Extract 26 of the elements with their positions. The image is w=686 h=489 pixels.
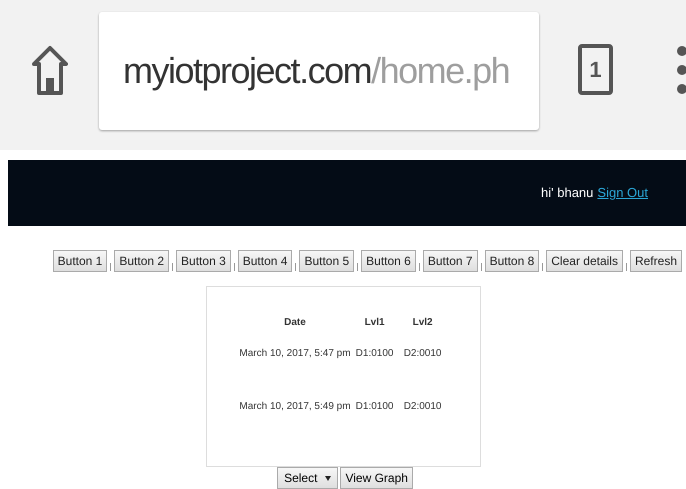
action-button[interactable]: Button 5 — [299, 250, 354, 272]
column-header: Lvl2 — [412, 317, 433, 328]
action-button[interactable]: Button 2 — [114, 250, 170, 272]
column-header: Lvl1 — [364, 317, 385, 328]
action-button[interactable]: Button 7 — [422, 250, 478, 272]
action-button[interactable]: Button 8 — [484, 250, 540, 272]
greeting-text: hi' bhanu — [541, 184, 594, 202]
sign-out-link[interactable]: Sign Out — [597, 183, 648, 203]
tab-count-button[interactable]: 1 — [578, 44, 613, 95]
table-cell: D1:0100 — [356, 401, 394, 412]
table-cell: March 10, 2017, 5:49 pm — [239, 401, 351, 412]
address-bar[interactable]: myiotproject.com/home.ph — [99, 12, 539, 130]
view-graph-button[interactable]: View Graph — [340, 467, 413, 489]
table-cell: D2:0010 — [404, 348, 442, 359]
action-button[interactable]: Button 1 — [52, 250, 108, 272]
action-button[interactable]: Button 6 — [361, 250, 416, 272]
url-text: myiotproject.com/home.ph — [123, 49, 510, 93]
action-button[interactable]: Clear details — [546, 250, 623, 272]
action-button[interactable]: Refresh — [630, 250, 682, 272]
table-cell: March 10, 2017, 5:47 pm — [239, 348, 351, 359]
table-cell: D2:0010 — [404, 401, 442, 412]
action-button[interactable]: Button 4 — [238, 250, 292, 272]
table-cell: D1:0100 — [356, 348, 394, 359]
column-header: Date — [284, 317, 306, 328]
action-button[interactable]: Button 3 — [176, 250, 231, 272]
select-dropdown[interactable]: Select — [277, 467, 338, 489]
